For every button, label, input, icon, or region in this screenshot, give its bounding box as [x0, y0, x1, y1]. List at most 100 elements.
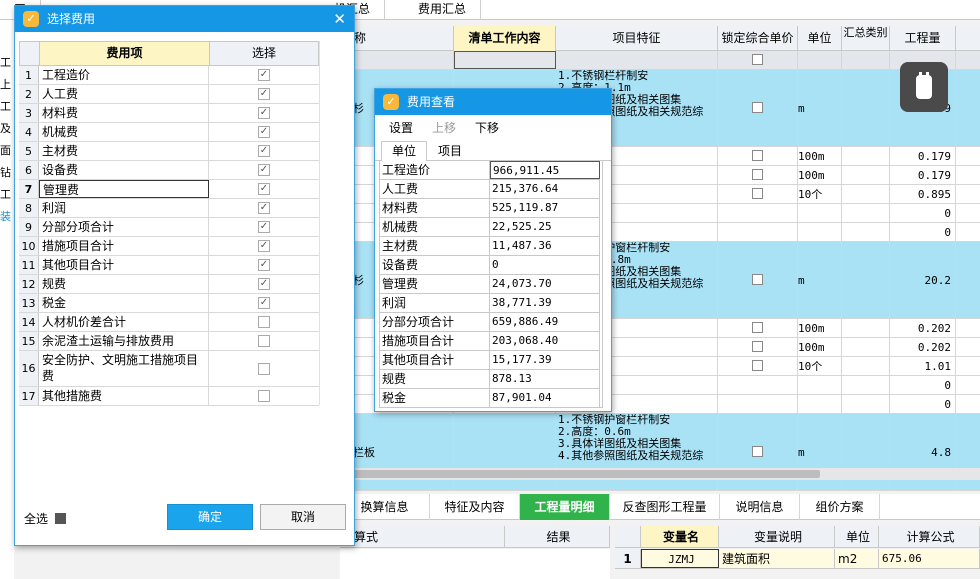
fee-item-checkbox[interactable]: ✓: [258, 88, 270, 100]
lock-price-checkbox[interactable]: [752, 168, 763, 180]
fee-item-row[interactable]: 3 材料费 ✓: [19, 104, 319, 123]
row-unit[interactable]: 10个: [798, 185, 842, 203]
fee-item-name[interactable]: 工程造价: [39, 66, 209, 84]
row-lock-cell[interactable]: [718, 51, 798, 69]
tab-feature-content[interactable]: 特征及内容: [430, 494, 520, 520]
fee-item-checkbox[interactable]: ✓: [258, 278, 270, 290]
horizontal-scrollbar[interactable]: [340, 468, 980, 480]
fee-item-name[interactable]: 其他项目合计: [39, 256, 209, 274]
row-lock-cell[interactable]: [718, 223, 798, 241]
row-summary-type[interactable]: [842, 357, 890, 375]
col-unit[interactable]: 单位: [798, 26, 842, 51]
row-quantity[interactable]: 0: [890, 395, 956, 413]
col-fee-item[interactable]: 费用项: [40, 42, 210, 65]
tab-project[interactable]: 项目: [427, 141, 474, 161]
row-summary-type[interactable]: [842, 319, 890, 337]
menu-move-down[interactable]: 下移: [475, 117, 499, 139]
row-summary-type[interactable]: [842, 204, 890, 222]
row-summary-type[interactable]: [842, 166, 890, 184]
fee-item-checkbox[interactable]: [258, 316, 270, 328]
row-lock-cell[interactable]: [718, 319, 798, 337]
select-all-checkbox[interactable]: 全选: [24, 511, 66, 527]
row-lock-cell[interactable]: [718, 395, 798, 413]
left-nav-item[interactable]: 工程: [0, 96, 14, 118]
row-unit[interactable]: 100m: [798, 338, 842, 356]
fee-item-name[interactable]: 其他措施费: [39, 387, 209, 405]
row-summary-type[interactable]: [842, 70, 890, 146]
row-summary-type[interactable]: [842, 51, 890, 69]
fee-item-row[interactable]: 10 措施项目合计 ✓: [19, 237, 319, 256]
var-desc-cell[interactable]: 建筑面积: [719, 549, 835, 568]
fee-item-checkbox[interactable]: ✓: [258, 259, 270, 271]
row-unit[interactable]: [798, 204, 842, 222]
lock-price-checkbox[interactable]: [752, 53, 763, 65]
fee-item-checkbox[interactable]: ✓: [258, 145, 270, 157]
left-nav-item[interactable]: 工程: [0, 52, 14, 74]
fee-item-name[interactable]: 机械费: [39, 123, 209, 141]
row-summary-type[interactable]: [842, 223, 890, 241]
row-quantity[interactable]: 20.2: [890, 242, 956, 318]
fee-item-row[interactable]: 11 其他项目合计 ✓: [19, 256, 319, 275]
tab-unit[interactable]: 单位: [381, 141, 428, 161]
lock-price-checkbox[interactable]: [752, 273, 763, 285]
table-row[interactable]: [340, 51, 980, 70]
fee-item-row[interactable]: 12 规费 ✓: [19, 275, 319, 294]
var-unit-cell[interactable]: m2: [835, 549, 879, 568]
lock-price-checkbox[interactable]: [752, 187, 763, 199]
row-unit[interactable]: 100m: [798, 166, 842, 184]
col-lock-price[interactable]: 锁定综合单价: [718, 26, 798, 51]
fee-value-row[interactable]: 材料费 525,119.87: [380, 199, 600, 218]
fee-item-checkbox[interactable]: ✓: [258, 164, 270, 176]
fee-item-row[interactable]: 6 设备费 ✓: [19, 161, 319, 180]
var-name-cell[interactable]: JZMJ: [641, 549, 719, 568]
row-quantity[interactable]: 0.179: [890, 166, 956, 184]
col-feature[interactable]: 项目特征: [556, 26, 718, 51]
select-all-box[interactable]: [54, 513, 66, 524]
fee-value-row[interactable]: 利润 38,771.39: [380, 294, 600, 313]
fee-item-checkbox[interactable]: ✓: [258, 183, 270, 195]
fee-value-row[interactable]: 其他项目合计 15,177.39: [380, 351, 600, 370]
row-lock-cell[interactable]: [718, 376, 798, 394]
left-nav-item[interactable]: 钻固: [0, 162, 14, 184]
fee-item-name[interactable]: 规费: [39, 275, 209, 293]
menu-settings[interactable]: 设置: [389, 117, 413, 139]
tab-pricing-plan[interactable]: 组价方案: [800, 494, 880, 520]
col-quantity[interactable]: 工程量: [890, 26, 956, 51]
row-lock-cell[interactable]: [718, 185, 798, 203]
col-select[interactable]: 选择: [210, 42, 318, 65]
lock-price-checkbox[interactable]: [752, 359, 763, 371]
fee-value-row[interactable]: 设备费 0: [380, 256, 600, 275]
fee-item-row[interactable]: 8 利润 ✓: [19, 199, 319, 218]
fee-item-name[interactable]: 措施项目合计: [39, 237, 209, 255]
col-work-content[interactable]: 清单工作内容: [454, 26, 556, 51]
choose-fee-titlebar[interactable]: ✓ 选择费用 ✕: [15, 6, 354, 32]
fee-item-name[interactable]: 利润: [39, 199, 209, 217]
left-nav-item[interactable]: 面: [0, 140, 14, 162]
fee-item-name[interactable]: 安全防护、文明施工措施项目费: [39, 351, 209, 386]
fee-item-name[interactable]: 分部分项合计: [39, 218, 209, 236]
row-lock-cell[interactable]: [718, 357, 798, 375]
row-summary-type[interactable]: [842, 147, 890, 165]
fee-value-row[interactable]: 人工费 215,376.64: [380, 180, 600, 199]
row-summary-type[interactable]: [842, 185, 890, 203]
lock-price-checkbox[interactable]: [752, 101, 763, 113]
view-fee-titlebar[interactable]: ✓ 费用查看: [375, 89, 611, 115]
row-quantity[interactable]: 0.202: [890, 319, 956, 337]
fee-value-row[interactable]: 规费 878.13: [380, 370, 600, 389]
lock-price-checkbox[interactable]: [752, 321, 763, 333]
fee-item-name[interactable]: 材料费: [39, 104, 209, 122]
row-unit[interactable]: m: [798, 70, 842, 146]
row-unit[interactable]: [798, 395, 842, 413]
fee-item-row[interactable]: 17 其他措施费: [19, 387, 319, 406]
cancel-button[interactable]: 取消: [260, 504, 346, 530]
fee-item-checkbox[interactable]: ✓: [258, 240, 270, 252]
left-nav-item[interactable]: 工程: [0, 184, 14, 206]
fee-item-checkbox[interactable]: ✓: [258, 202, 270, 214]
row-unit[interactable]: 100m: [798, 319, 842, 337]
row-quantity[interactable]: 0.895: [890, 185, 956, 203]
row-lock-cell[interactable]: [718, 242, 798, 318]
row-unit[interactable]: [798, 51, 842, 69]
row-unit[interactable]: [798, 223, 842, 241]
row-unit[interactable]: 10个: [798, 357, 842, 375]
row-unit[interactable]: [798, 376, 842, 394]
